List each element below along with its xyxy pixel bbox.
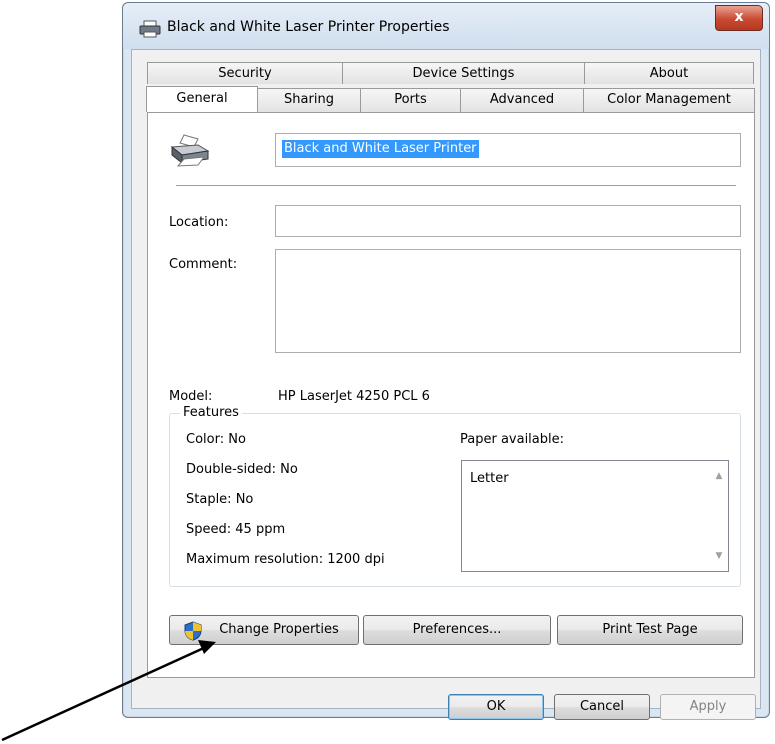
print-test-page-label: Print Test Page xyxy=(602,622,698,637)
tab-label: Device Settings xyxy=(412,66,515,81)
change-properties-button[interactable]: Change Properties xyxy=(169,615,359,645)
ok-button[interactable]: OK xyxy=(448,694,544,720)
ok-label: OK xyxy=(486,699,506,714)
list-item[interactable]: Letter xyxy=(470,471,509,486)
preferences-button[interactable]: Preferences... xyxy=(363,615,551,645)
location-input[interactable] xyxy=(275,205,741,237)
shield-icon xyxy=(184,621,202,641)
tab-label: Color Management xyxy=(607,92,731,107)
tab-about[interactable]: About xyxy=(584,62,754,84)
tab-security[interactable]: Security xyxy=(147,62,343,84)
paper-listbox[interactable]: Letter ▲ ▼ xyxy=(461,460,729,572)
feature-color: Color: No xyxy=(186,432,246,447)
properties-window: Black and White Laser Printer Properties… xyxy=(122,2,770,720)
printer-icon xyxy=(170,134,210,167)
tab-general[interactable]: General xyxy=(146,86,258,112)
separator xyxy=(176,185,736,186)
comment-label: Comment: xyxy=(169,257,238,272)
tab-device-settings[interactable]: Device Settings xyxy=(342,62,585,84)
cancel-button[interactable]: Cancel xyxy=(554,694,650,720)
tab-color-management[interactable]: Color Management xyxy=(583,88,755,112)
model-label: Model: xyxy=(169,389,213,404)
tab-label: Advanced xyxy=(489,92,555,107)
apply-button[interactable]: Apply xyxy=(660,694,756,720)
feature-staple: Staple: No xyxy=(186,492,254,507)
cancel-label: Cancel xyxy=(579,699,625,714)
print-test-page-button[interactable]: Print Test Page xyxy=(557,615,743,645)
printer-name-input[interactable]: Black and White Laser Printer xyxy=(275,133,741,167)
printer-icon xyxy=(139,20,161,38)
tab-label: General xyxy=(176,91,228,106)
tab-label: Sharing xyxy=(284,92,334,107)
features-title: Features xyxy=(180,405,242,420)
feature-max-resolution: Maximum resolution: 1200 dpi xyxy=(186,552,385,567)
apply-label: Apply xyxy=(689,699,727,714)
scroll-up-icon[interactable]: ▲ xyxy=(714,471,724,481)
location-label: Location: xyxy=(169,215,229,230)
features-group: Features Color: No Double-sided: No Stap… xyxy=(169,405,741,587)
tab-label: About xyxy=(649,66,689,81)
close-button[interactable]: x xyxy=(715,5,763,31)
title-bar[interactable]: Black and White Laser Printer Properties… xyxy=(123,3,769,49)
tab-advanced[interactable]: Advanced xyxy=(460,88,584,112)
general-tab-panel: Black and White Laser Printer Location: … xyxy=(147,112,755,678)
change-properties-label: Change Properties xyxy=(219,622,339,637)
comment-input[interactable] xyxy=(275,249,741,353)
window-title: Black and White Laser Printer Properties xyxy=(167,19,450,35)
printer-name-value: Black and White Laser Printer xyxy=(282,140,479,158)
feature-double-sided: Double-sided: No xyxy=(186,462,298,477)
model-value: HP LaserJet 4250 PCL 6 xyxy=(278,389,430,404)
scroll-down-icon[interactable]: ▼ xyxy=(714,551,724,561)
paper-available-label: Paper available: xyxy=(460,432,565,447)
tab-label: Ports xyxy=(394,92,427,107)
preferences-label: Preferences... xyxy=(412,622,502,637)
close-icon: x xyxy=(734,9,744,25)
tab-label: Security xyxy=(218,66,272,81)
feature-speed: Speed: 45 ppm xyxy=(186,522,286,537)
tab-ports[interactable]: Ports xyxy=(360,88,461,112)
dialog-content: Security Device Settings About General S… xyxy=(131,49,761,720)
tab-sharing[interactable]: Sharing xyxy=(257,88,361,112)
